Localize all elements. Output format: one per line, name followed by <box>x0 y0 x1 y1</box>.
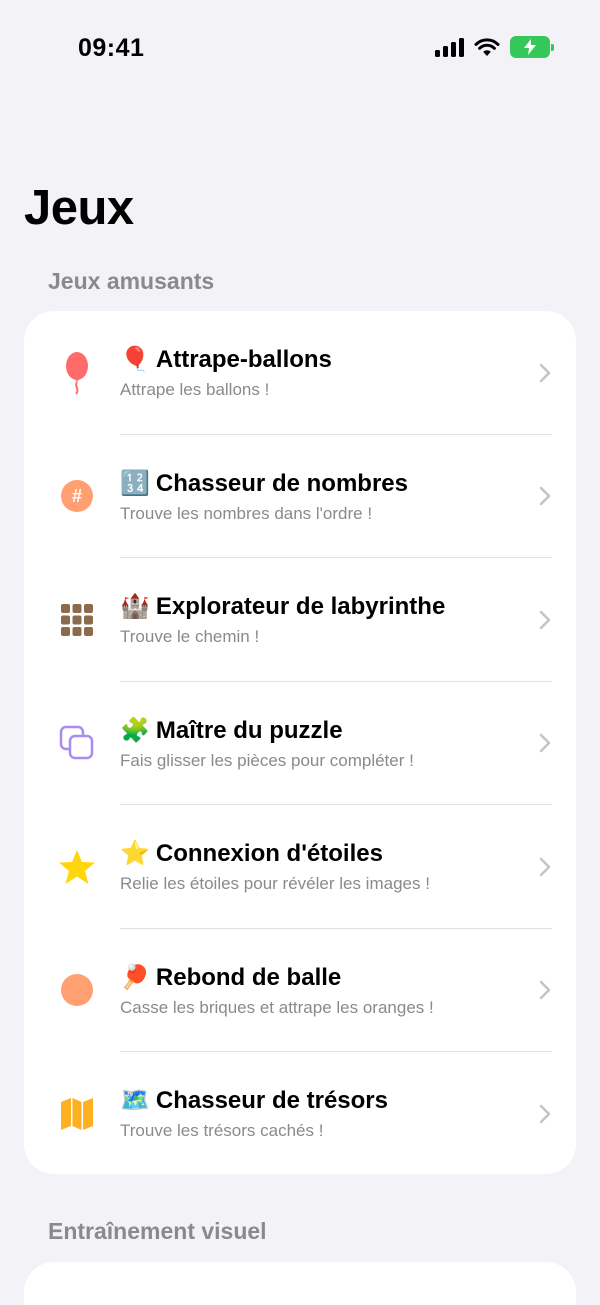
map-icon <box>56 1093 98 1135</box>
ball-icon <box>56 969 98 1011</box>
puzzle-emoji: 🧩 <box>120 715 150 744</box>
wifi-icon <box>474 38 500 56</box>
games-list: 🎈 Attrape-ballons Attrape les ballons ! #… <box>24 311 576 1174</box>
list-item-title: 🔢 Chasseur de nombres <box>120 468 408 497</box>
list-item-title: 🏰 Explorateur de labyrinthe <box>120 592 446 620</box>
svg-text:#: # <box>72 486 82 506</box>
list-item-title: 🏓 Rebond de balle <box>120 962 342 991</box>
chevron-right-icon <box>539 1104 551 1123</box>
status-icons <box>435 36 554 58</box>
battery-charging-icon <box>510 36 554 58</box>
status-bar: 09:41 <box>0 0 600 100</box>
map-emoji: 🗺️ <box>120 1086 150 1114</box>
list-item-subtitle: Casse les briques et attrape les oranges… <box>120 997 434 1017</box>
balloon-icon <box>56 351 98 395</box>
list-item-subtitle: Trouve les nombres dans l'ordre ! <box>120 503 373 523</box>
list-item-subtitle: Fais glisser les pièces pour compléter ! <box>120 750 414 770</box>
chevron-right-icon <box>539 981 551 1000</box>
list-item-subtitle: Trouve le chemin ! <box>120 627 260 646</box>
list-item-subtitle: Trouve les trésors cachés ! <box>120 1121 324 1140</box>
ping-pong-emoji: 🏓 <box>120 962 150 991</box>
list-item-number-hunter[interactable]: # 🔢 Chasseur de nombres Trouve les nombre… <box>24 435 576 558</box>
numbers-emoji: 🔢 <box>120 468 150 497</box>
list-item-puzzle-master[interactable]: 🧩 Maître du puzzle Fais glisser les pièce… <box>24 682 576 805</box>
page-title: Jeux <box>24 181 134 235</box>
chevron-right-icon <box>539 734 551 753</box>
castle-emoji: 🏰 <box>120 592 150 620</box>
chevron-right-icon <box>539 487 551 506</box>
list-item-subtitle: Attrape les ballons ! <box>120 380 270 399</box>
chevron-right-icon <box>539 363 551 382</box>
list-item-maze-explorer[interactable]: 🏰 Explorateur de labyrinthe Trouve le che… <box>24 558 576 682</box>
list-item-title: ⭐ Connexion d'étoiles <box>120 839 383 867</box>
number-icon: # <box>56 475 98 517</box>
section-header-visual-training: Entraînement visuel <box>48 1218 267 1244</box>
list-item-title: 🗺️ Chasseur de trésors <box>120 1086 388 1114</box>
chevron-right-icon <box>539 610 551 629</box>
cellular-signal-icon <box>435 37 464 57</box>
star-emoji: ⭐ <box>120 839 150 867</box>
list-item-title: 🎈 Attrape-ballons <box>120 345 332 373</box>
list-item-title: 🧩 Maître du puzzle <box>120 715 343 744</box>
list-item-treasure-hunter[interactable]: 🗺️ Chasseur de trésors Trouve les trésors… <box>24 1052 576 1174</box>
grid-icon <box>56 599 98 641</box>
list-item-ball-bounce[interactable]: 🏓 Rebond de balle Casse les briques et at… <box>24 929 576 1052</box>
list-item-star-connect[interactable]: ⭐ Connexion d'étoiles Relie les étoiles p… <box>24 805 576 929</box>
section-header-fun-games: Jeux amusants <box>48 268 215 294</box>
status-time: 09:41 <box>78 34 145 62</box>
list-item-subtitle: Relie les étoiles pour révéler les image… <box>120 874 430 893</box>
list-item-balloon-catcher[interactable]: 🎈 Attrape-ballons Attrape les ballons ! <box>24 311 576 435</box>
balloon-emoji: 🎈 <box>120 345 150 373</box>
visual-training-list <box>24 1262 576 1305</box>
chevron-right-icon <box>539 857 551 876</box>
squares-icon <box>56 722 98 764</box>
star-icon <box>56 846 98 888</box>
